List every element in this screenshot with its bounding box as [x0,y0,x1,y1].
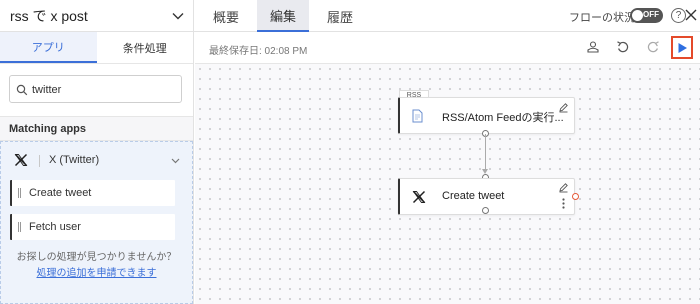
flow-title-selector[interactable]: rss で x post [0,0,194,32]
run-flow-button[interactable] [671,36,693,59]
drag-handle-icon[interactable] [18,188,21,198]
matching-apps-list: X (Twitter) Create tweet Fetch user お探しの… [0,141,193,304]
flow-status-toggle[interactable]: OFF [630,8,663,23]
node-output-port[interactable] [482,207,489,214]
action-label: Fetch user [29,221,81,233]
node-label: RSS/Atom Feedの実行... [442,112,564,124]
sidebar: アプリ 条件処理 Matching apps X (Twitter) Creat… [0,32,194,304]
play-icon [678,42,687,53]
flow-title: rss で x post [10,8,88,24]
connector-line [485,134,486,172]
tab-edit[interactable]: 編集 [257,0,309,32]
app-name: X (Twitter) [49,154,100,166]
chevron-down-icon [171,9,185,26]
action-label: Create tweet [29,187,92,199]
drag-handle-icon[interactable] [18,222,21,232]
divider [39,155,40,167]
flow-node-rss[interactable]: RSS/Atom Feedの実行... [398,97,575,134]
x-logo-icon [14,153,28,170]
tab-overview[interactable]: 概要 [200,0,252,32]
edit-icon[interactable] [558,102,569,116]
matching-apps-header: Matching apps [0,116,193,141]
main-tabs: 概要 編集 履歴 [200,0,371,32]
app-search-input[interactable] [32,81,172,98]
toggle-knob [632,10,643,21]
redo-icon[interactable] [646,40,660,57]
app-header: rss で x post 概要 編集 履歴 フローの状況 OFF ? [0,0,700,32]
close-icon[interactable] [683,7,699,26]
action-fetch-user[interactable]: Fetch user [10,214,175,240]
node-label: Create tweet [442,190,505,202]
not-found-hint: お探しの処理が見つかりませんか？ [16,252,177,263]
user-share-icon[interactable] [586,40,600,57]
flow-canvas[interactable]: RSS RSS/Atom Feedの実行... Create tweet [195,64,700,304]
app-search-box [9,75,182,103]
sidebar-tabs: アプリ 条件処理 [0,32,193,64]
flow-status-label: フローの状況 [569,12,635,24]
sidebar-tab-apps[interactable]: アプリ [0,32,97,63]
toggle-state-label: OFF [643,10,659,19]
last-saved-text: 最終保存日: 02:08 PM [209,46,308,57]
hint-link-wrap: 処理の追加を申請できます [1,264,192,279]
action-create-tweet[interactable]: Create tweet [10,180,175,206]
edit-icon[interactable] [558,182,569,196]
tab-history[interactable]: 履歴 [314,0,366,32]
rss-doc-icon [412,109,423,126]
request-action-link[interactable]: 処理の追加を申請できます [37,268,157,279]
x-logo-icon [412,190,426,207]
undo-icon[interactable] [616,40,630,57]
sidebar-tab-conditions[interactable]: 条件処理 [97,32,194,63]
more-options-icon[interactable] [562,198,565,212]
canvas-toolbar: 最終保存日: 02:08 PM [195,32,700,64]
node-error-port[interactable] [572,193,579,200]
chevron-down-icon[interactable] [170,155,181,169]
search-icon [16,84,28,96]
app-row-x-twitter[interactable]: X (Twitter) [1,150,192,172]
